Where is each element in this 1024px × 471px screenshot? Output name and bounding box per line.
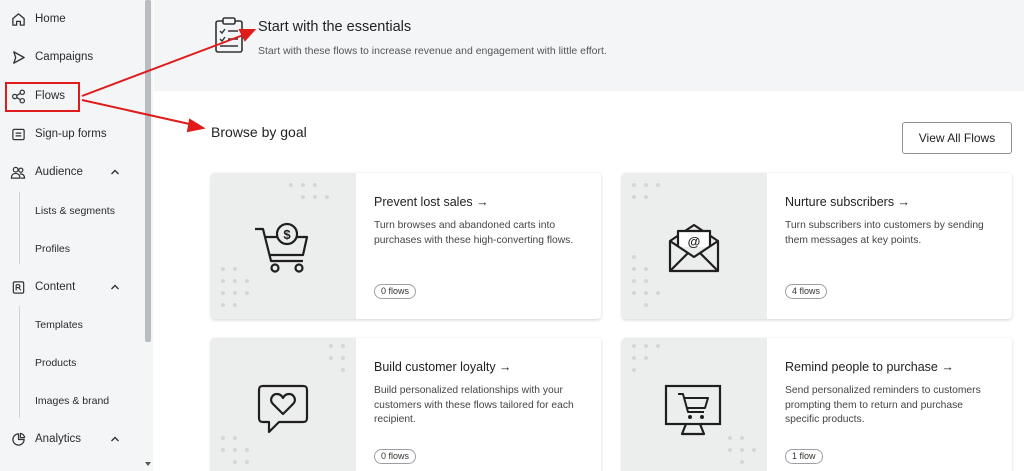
- chevron-up-icon[interactable]: [108, 165, 122, 179]
- chevron-up-icon[interactable]: [108, 432, 122, 446]
- card-title: Remind people to purchase →: [785, 360, 954, 374]
- card-description: Send personalized reminders to customers…: [785, 385, 981, 425]
- shopping-cart-dollar-icon: $: [255, 222, 309, 273]
- sidebar-item-content[interactable]: Content: [0, 272, 143, 302]
- card-illustration: @: [622, 173, 767, 319]
- monitor-cart-icon: [664, 384, 722, 436]
- view-all-flows-button[interactable]: View All Flows: [902, 122, 1012, 154]
- sidebar-item-label: Sign-up forms: [35, 128, 107, 140]
- banner-title: Start with the essentials: [258, 19, 412, 35]
- card-title: Prevent lost sales →: [374, 195, 489, 209]
- goal-card-prevent-lost-sales[interactable]: $ Prevent lost sales → Turn browses and …: [211, 173, 601, 319]
- card-illustration: $: [211, 173, 356, 319]
- flows-annotation-box: [5, 82, 80, 112]
- sidebar-item-label: Campaigns: [35, 51, 94, 63]
- audience-subnav-line: [19, 192, 20, 264]
- content-subnav-line: [19, 306, 20, 418]
- form-icon: [10, 126, 26, 142]
- section-title: Browse by goal: [211, 124, 307, 140]
- sidebar-item-templates[interactable]: Templates: [35, 319, 83, 331]
- goal-card-remind-people-to-purchase[interactable]: Remind people to purchase → Send persona…: [622, 338, 1012, 471]
- card-illustration: [211, 338, 356, 471]
- banner-subtitle: Start with these flows to increase reven…: [258, 45, 607, 57]
- sidebar-item-label: Content: [35, 281, 76, 293]
- scroll-down-arrow-icon[interactable]: [145, 462, 151, 466]
- flow-count-badge: 1 flow: [785, 449, 823, 464]
- card-description: Turn browses and abandoned carts into pu…: [374, 220, 574, 246]
- sidebar-item-label: Audience: [35, 166, 83, 178]
- card-description: Turn subscribers into customers by sendi…: [785, 220, 984, 246]
- people-icon: [10, 164, 26, 180]
- goal-card-build-customer-loyalty[interactable]: Build customer loyalty → Build personali…: [211, 338, 601, 471]
- card-title: Nurture subscribers →: [785, 195, 911, 209]
- sidebar-item-analytics[interactable]: Analytics: [0, 424, 143, 454]
- clipboard-checklist-icon: [215, 17, 243, 53]
- sidebar-scrollbar-thumb[interactable]: [145, 0, 151, 342]
- sidebar: Home Campaigns Flows Sign-up forms Audie…: [0, 0, 153, 471]
- flow-count-badge: 0 flows: [374, 284, 417, 299]
- sidebar-item-campaigns[interactable]: Campaigns: [0, 42, 143, 72]
- email-envelope-icon: @: [668, 223, 720, 273]
- flow-count-badge: 0 flows: [374, 449, 417, 464]
- sidebar-item-home[interactable]: Home: [0, 4, 143, 34]
- sidebar-item-label: Analytics: [35, 433, 82, 445]
- sidebar-item-products[interactable]: Products: [35, 357, 76, 369]
- flow-count-badge: 4 flows: [785, 284, 828, 299]
- sidebar-item-audience[interactable]: Audience: [0, 157, 143, 187]
- heart-message-icon: [257, 384, 309, 434]
- card-title: Build customer loyalty →: [374, 360, 512, 374]
- svg-text:$: $: [283, 227, 291, 242]
- analytics-icon: [10, 431, 26, 447]
- content-icon: [10, 279, 26, 295]
- send-icon: [10, 49, 26, 65]
- goal-card-nurture-subscribers[interactable]: @ Nurture subscribers → Turn subscribers…: [622, 173, 1012, 319]
- svg-text:@: @: [688, 234, 701, 249]
- sidebar-item-label: Home: [35, 13, 66, 25]
- home-icon: [10, 11, 26, 27]
- annotation-arrowhead: [186, 118, 206, 133]
- card-illustration: [622, 338, 767, 471]
- card-description: Build personalized relationships with yo…: [374, 385, 574, 425]
- sidebar-item-profiles[interactable]: Profiles: [35, 243, 70, 255]
- sidebar-item-images-brand[interactable]: Images & brand: [35, 395, 109, 407]
- chevron-up-icon[interactable]: [108, 280, 122, 294]
- sidebar-item-signup-forms[interactable]: Sign-up forms: [0, 119, 143, 149]
- sidebar-item-lists-segments[interactable]: Lists & segments: [35, 205, 115, 217]
